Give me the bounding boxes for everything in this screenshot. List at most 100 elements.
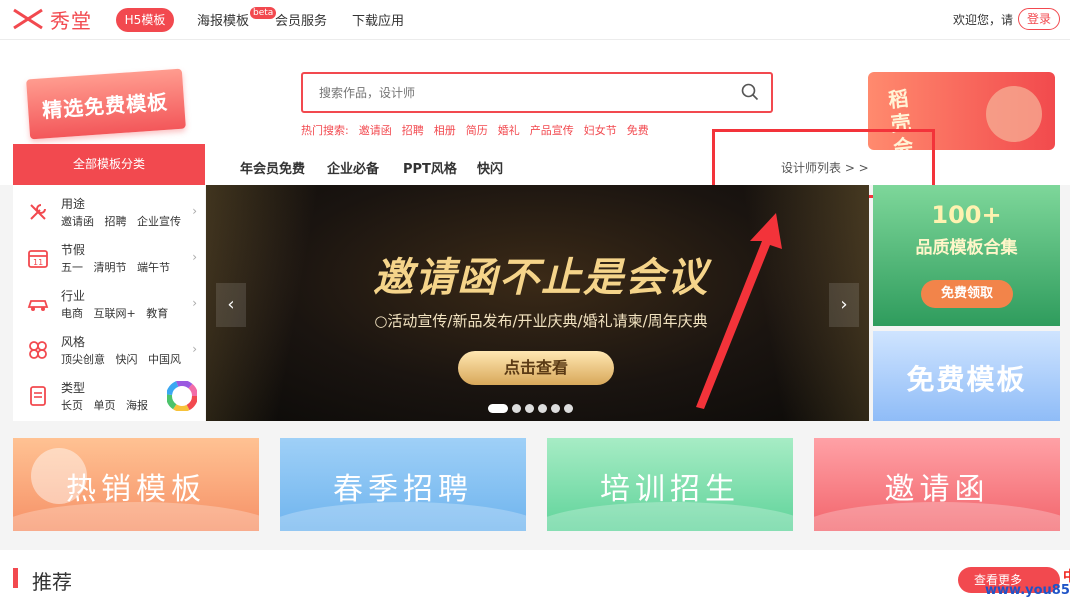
search-input[interactable] bbox=[319, 74, 719, 111]
sub-link[interactable]: 中国风 bbox=[148, 353, 181, 366]
nav-download-app[interactable]: 下载应用 bbox=[352, 10, 404, 29]
color-wheel-icon[interactable] bbox=[167, 381, 197, 411]
sub-link[interactable]: 海报 bbox=[126, 399, 148, 412]
welcome-text: 欢迎您，请 bbox=[953, 13, 1014, 27]
tab-enterprise-essentials[interactable]: 企业必备 bbox=[327, 158, 379, 177]
tab-ppt-style[interactable]: PPT风格 bbox=[403, 158, 457, 177]
free-claim-button[interactable]: 免费领取 bbox=[921, 280, 1013, 308]
hot-word[interactable]: 婚礼 bbox=[498, 122, 520, 138]
sidebar-item-holidays[interactable]: 11 节假 五一 清明节 端午节 › bbox=[13, 235, 205, 281]
logo-icon bbox=[13, 8, 43, 30]
free-template-promo[interactable]: 精选免费模板 bbox=[26, 68, 186, 140]
recommend-section bbox=[0, 550, 1070, 604]
sidebar-item-title: 节假 bbox=[61, 243, 86, 257]
quality-templates-card[interactable]: 100+ 品质模板合集 免费领取 bbox=[873, 185, 1060, 326]
category-sidebar: 用途 邀请函 招聘 企业宣传 › 11 节假 五一 清明节 端午节 › 行业 电… bbox=[13, 185, 205, 421]
sidebar-item-subs: 顶尖创意 快闪 中国风 bbox=[61, 351, 181, 367]
sub-link[interactable]: 端午节 bbox=[137, 261, 170, 274]
hot-word[interactable]: 免费 bbox=[627, 122, 649, 138]
sub-link[interactable]: 企业宣传 bbox=[137, 215, 181, 228]
tools-icon bbox=[30, 204, 46, 220]
sidebar-item-industry[interactable]: 行业 电商 互联网+ 教育 › bbox=[13, 281, 205, 327]
carousel-prev-button[interactable]: ‹ bbox=[216, 283, 246, 327]
chevron-right-icon: › bbox=[192, 296, 197, 310]
hot-word[interactable]: 招聘 bbox=[402, 122, 424, 138]
carousel-next-button[interactable]: › bbox=[829, 283, 859, 327]
sub-link[interactable]: 清明节 bbox=[94, 261, 127, 274]
sub-link[interactable]: 顶尖创意 bbox=[61, 353, 105, 366]
nav-poster-templates[interactable]: 海报模板 bbox=[197, 10, 249, 29]
recommend-title: 推荐 bbox=[32, 570, 72, 594]
flower-icon bbox=[29, 341, 47, 359]
hot-word[interactable]: 简历 bbox=[466, 122, 488, 138]
login-button[interactable]: 登录 bbox=[1018, 8, 1060, 30]
sub-link[interactable]: 教育 bbox=[146, 307, 168, 320]
document-icon bbox=[30, 386, 46, 406]
beta-badge: beta bbox=[250, 7, 277, 19]
sidebar-item-style[interactable]: 风格 顶尖创意 快闪 中国风 › bbox=[13, 327, 205, 373]
sidebar-item-type[interactable]: 类型 长页 单页 海报 bbox=[13, 373, 205, 419]
site-logo[interactable]: 秀堂 bbox=[12, 6, 92, 33]
sidebar-item-title: 类型 bbox=[61, 381, 86, 395]
chevron-right-icon: › bbox=[192, 250, 197, 264]
card-label: 培训招生 bbox=[600, 472, 740, 507]
carousel-dot[interactable] bbox=[512, 404, 521, 413]
carousel-dot[interactable] bbox=[525, 404, 534, 413]
card-label: 春季招聘 bbox=[333, 472, 473, 507]
carousel-dot[interactable] bbox=[564, 404, 573, 413]
promo-label: 精选免费模板 bbox=[41, 89, 169, 123]
section-marker bbox=[13, 568, 18, 588]
sub-link[interactable]: 电商 bbox=[61, 307, 83, 320]
sidebar-item-subs: 五一 清明节 端午节 bbox=[61, 259, 170, 275]
sidebar-item-subs: 电商 互联网+ 教育 bbox=[61, 305, 168, 321]
invitation-card[interactable]: 邀请函 bbox=[814, 438, 1060, 531]
sidebar-item-subs: 邀请函 招聘 企业宣传 bbox=[61, 213, 181, 229]
hot-word[interactable]: 产品宣传 bbox=[530, 122, 574, 138]
card-headline: 免费模板 bbox=[906, 363, 1027, 396]
tab-flash[interactable]: 快闪 bbox=[477, 158, 503, 177]
logo-text: 秀堂 bbox=[50, 8, 92, 33]
hot-searches: 热门搜索: 邀请函 招聘 相册 简历 婚礼 产品宣传 妇女节 免费 bbox=[301, 122, 649, 138]
sub-link[interactable]: 长页 bbox=[61, 399, 83, 412]
car-icon bbox=[27, 300, 49, 311]
h5-template-button[interactable]: H5模板 bbox=[116, 8, 174, 32]
sub-link[interactable]: 邀请函 bbox=[61, 215, 94, 228]
carousel-dot[interactable] bbox=[551, 404, 560, 413]
tab-annual-member-free[interactable]: 年会员免费 bbox=[240, 158, 305, 177]
carousel-dot[interactable] bbox=[538, 404, 547, 413]
sub-link[interactable]: 招聘 bbox=[105, 215, 127, 228]
svg-text:11: 11 bbox=[33, 258, 43, 267]
hot-word[interactable]: 邀请函 bbox=[359, 122, 392, 138]
vip-decoration bbox=[986, 86, 1042, 142]
sub-link[interactable]: 互联网+ bbox=[94, 307, 136, 320]
hot-search-label: 热门搜索: bbox=[301, 124, 349, 137]
sidebar-item-usage[interactable]: 用途 邀请函 招聘 企业宣传 › bbox=[13, 189, 205, 235]
all-categories-header[interactable]: 全部模板分类 bbox=[13, 144, 205, 185]
spring-recruit-card[interactable]: 春季招聘 bbox=[280, 438, 526, 531]
hot-templates-card[interactable]: 热销模板 bbox=[13, 438, 259, 531]
training-enroll-card[interactable]: 培训招生 bbox=[547, 438, 793, 531]
watermark-name: 中赚网 bbox=[985, 570, 1070, 584]
chevron-right-icon: › bbox=[192, 204, 197, 218]
sidebar-item-title: 风格 bbox=[61, 335, 86, 349]
banner-view-button[interactable]: 点击查看 bbox=[458, 351, 614, 385]
sub-link[interactable]: 五一 bbox=[61, 261, 83, 274]
calendar-icon: 11 bbox=[28, 250, 48, 268]
nav-member-service[interactable]: 会员服务 bbox=[275, 10, 327, 29]
hot-word[interactable]: 相册 bbox=[434, 122, 456, 138]
hot-word[interactable]: 妇女节 bbox=[584, 122, 617, 138]
annotation-arrow-icon bbox=[696, 213, 782, 409]
free-templates-card[interactable]: 免费模板 bbox=[873, 331, 1060, 421]
search-box bbox=[301, 72, 773, 113]
carousel-dot[interactable] bbox=[488, 404, 508, 413]
card-headline: 100+ bbox=[931, 201, 1002, 229]
sub-link[interactable]: 快闪 bbox=[116, 353, 138, 366]
card-label: 热销模板 bbox=[66, 472, 206, 507]
sidebar-item-title: 用途 bbox=[61, 197, 86, 211]
watermark-url: www.you85.com bbox=[985, 583, 1070, 598]
top-bar: 秀堂 H5模板 海报模板 beta 会员服务 下载应用 欢迎您，请 登录 bbox=[0, 0, 1070, 40]
card-subtitle: 品质模板合集 bbox=[915, 238, 1018, 258]
card-label: 邀请函 bbox=[884, 472, 990, 507]
sub-link[interactable]: 单页 bbox=[94, 399, 116, 412]
search-icon[interactable] bbox=[741, 83, 759, 101]
